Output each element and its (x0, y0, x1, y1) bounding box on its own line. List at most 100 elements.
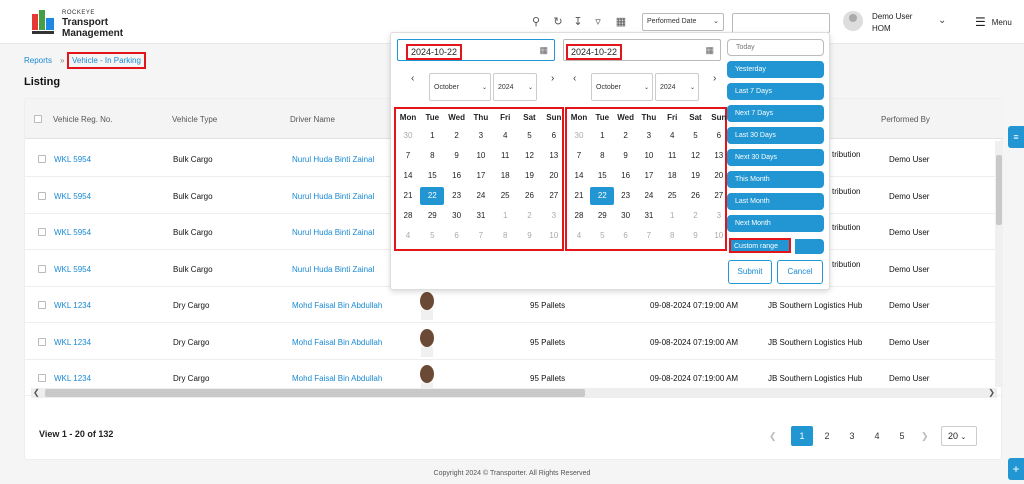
left-month-select[interactable]: October ⌄ (429, 73, 491, 101)
calendar-day[interactable]: 9 (445, 147, 469, 165)
submit-button[interactable]: Submit (728, 260, 772, 284)
calendar-day[interactable]: 8 (590, 147, 614, 165)
calendar-day[interactable]: 26 (684, 187, 708, 205)
breadcrumb-reports[interactable]: Reports (24, 56, 52, 65)
calendar-day[interactable]: 19 (684, 167, 708, 185)
row-checkbox[interactable] (38, 337, 46, 346)
calendar-day[interactable]: 7 (567, 147, 591, 165)
calendar-day[interactable]: 2 (445, 127, 469, 145)
calendar-day[interactable]: 4 (660, 127, 684, 145)
table-row[interactable]: WKL 1234 Dry Cargo Mohd Faisal Bin Abdulla… (25, 323, 1003, 360)
right-prev-month-icon[interactable]: ‹ (573, 73, 576, 84)
calendar-day[interactable]: 24 (637, 187, 661, 205)
horizontal-scroll-thumb[interactable] (45, 389, 585, 397)
page-4[interactable]: 4 (870, 426, 884, 446)
vehicle-reg-link[interactable]: WKL 1234 (54, 374, 91, 383)
calendar-day[interactable]: 8 (420, 147, 444, 165)
next-month-icon[interactable]: › (713, 73, 716, 84)
range-option-this-month[interactable]: This Month (727, 171, 824, 188)
start-date-input[interactable]: 2024-10-22 ▦ (397, 39, 555, 61)
filter-icon[interactable]: ▿ (591, 15, 605, 29)
row-checkbox[interactable] (38, 155, 46, 163)
calendar-day[interactable]: 31 (469, 207, 493, 225)
page-5[interactable]: 5 (895, 426, 909, 446)
calendar-day[interactable]: 30 (567, 127, 591, 145)
page-2[interactable]: 2 (820, 426, 834, 446)
refresh-icon[interactable]: ↻ (551, 15, 565, 29)
page-1[interactable]: 1 (791, 426, 813, 446)
vehicle-reg-link[interactable]: WKL 5954 (54, 265, 91, 274)
breadcrumb-current[interactable]: Vehicle - In Parking (67, 52, 146, 69)
calendar-day[interactable]: 10 (469, 147, 493, 165)
driver-name-link[interactable]: Mohd Faisal Bin Abdullah (292, 338, 382, 347)
calendar-day[interactable]: 26 (518, 187, 542, 205)
filter-panel-icon[interactable]: ≡ (1008, 126, 1024, 148)
calendar-day[interactable]: 7 (396, 147, 420, 165)
scroll-left-icon[interactable]: ❮ (33, 388, 40, 397)
search-icon[interactable]: ⚲ (529, 15, 543, 29)
row-checkbox[interactable] (38, 228, 46, 236)
calendar-day[interactable]: 28 (567, 207, 591, 225)
calendar-day[interactable]: 14 (396, 167, 420, 185)
horizontal-scrollbar[interactable]: ❮ ❯ (31, 388, 997, 398)
calendar-day[interactable]: 16 (614, 167, 638, 185)
right-year-select[interactable]: 2024 ⌄ (655, 73, 699, 101)
calendar-day[interactable]: 10 (637, 147, 661, 165)
vertical-scrollbar[interactable] (995, 141, 1003, 387)
column-header-performed-by[interactable]: Performed By (881, 115, 930, 124)
calendar-day[interactable]: 30 (396, 127, 420, 145)
driver-name-link[interactable]: Nurul Huda Binti Zainal (292, 265, 374, 274)
columns-icon[interactable]: ▦ (614, 15, 628, 29)
calendar-day[interactable]: 9 (614, 147, 638, 165)
calendar-day[interactable]: 25 (493, 187, 517, 205)
avatar[interactable] (843, 11, 863, 31)
calendar-day[interactable]: 30 (445, 207, 469, 225)
range-option-next-30-days[interactable]: Next 30 Days (727, 149, 824, 166)
calendar-day[interactable]: 3 (637, 127, 661, 145)
calendar-day[interactable]: 8 (660, 227, 684, 245)
select-all-checkbox[interactable] (34, 115, 42, 123)
calendar-day[interactable]: 6 (542, 127, 566, 145)
driver-name-link[interactable]: Mohd Faisal Bin Abdullah (292, 374, 382, 383)
calendar-day[interactable]: 3 (542, 207, 566, 225)
calendar-day[interactable]: 20 (542, 167, 566, 185)
column-header-reg[interactable]: Vehicle Reg. No. (53, 115, 113, 124)
menu-button[interactable]: ☰ Menu (975, 14, 1012, 29)
calendar-day[interactable]: 24 (469, 187, 493, 205)
calendar-day[interactable]: 7 (637, 227, 661, 245)
calendar-day[interactable]: 7 (469, 227, 493, 245)
selected-day[interactable]: 22 (590, 187, 615, 205)
date-range-input[interactable] (732, 13, 830, 33)
calendar-day[interactable]: 15 (590, 167, 614, 185)
vehicle-reg-link[interactable]: WKL 5954 (54, 192, 91, 201)
download-icon[interactable]: ↧ (571, 15, 585, 29)
calendar-day[interactable]: 25 (660, 187, 684, 205)
calendar-day[interactable]: 2 (684, 207, 708, 225)
calendar-day[interactable]: 5 (420, 227, 444, 245)
calendar-day[interactable]: 19 (518, 167, 542, 185)
prev-page-icon[interactable]: ❮ (769, 426, 777, 446)
vertical-scroll-thumb[interactable] (996, 155, 1002, 225)
calendar-day[interactable]: 27 (542, 187, 566, 205)
calendar-day[interactable]: 2 (614, 127, 638, 145)
calendar-day[interactable]: 12 (518, 147, 542, 165)
calendar-day[interactable]: 4 (493, 127, 517, 145)
range-option-last-7-days[interactable]: Last 7 Days (727, 83, 824, 100)
driver-name-link[interactable]: Nurul Huda Binti Zainal (292, 192, 374, 201)
range-option-last-30-days[interactable]: Last 30 Days (727, 127, 824, 144)
calendar-day[interactable]: 5 (590, 227, 614, 245)
calendar-day[interactable]: 1 (493, 207, 517, 225)
calendar-day[interactable]: 2 (518, 207, 542, 225)
range-option-today[interactable]: Today (727, 39, 824, 56)
calendar-day[interactable]: 6 (614, 227, 638, 245)
calendar-day[interactable]: 4 (567, 227, 591, 245)
calendar-day[interactable]: 18 (660, 167, 684, 185)
next-page-icon[interactable]: ❯ (921, 426, 929, 446)
calendar-day[interactable]: 5 (684, 127, 708, 145)
calendar-day[interactable]: 5 (518, 127, 542, 145)
driver-name-link[interactable]: Nurul Huda Binti Zainal (292, 155, 374, 164)
calendar-day[interactable]: 11 (493, 147, 517, 165)
calendar-day[interactable]: 23 (614, 187, 638, 205)
calendar-day[interactable]: 29 (590, 207, 614, 225)
row-checkbox[interactable] (38, 301, 46, 309)
